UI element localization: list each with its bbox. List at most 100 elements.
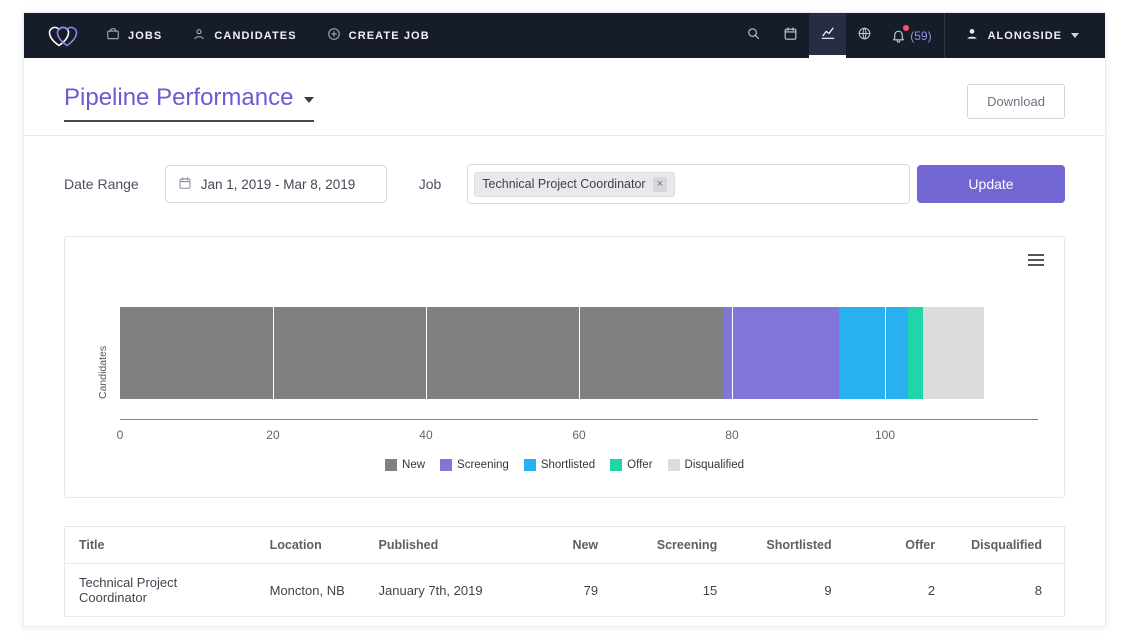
y-axis-label: Candidates <box>97 307 109 399</box>
bar-segment-shortlisted[interactable] <box>839 307 908 399</box>
chevron-down-icon <box>1071 33 1079 38</box>
x-tick-label: 100 <box>875 428 895 442</box>
table-cell: 2 <box>854 564 957 617</box>
top-navbar: JOBS CANDIDATES CREATE JOB <box>24 13 1105 58</box>
table-header-row: TitleLocationPublishedNewScreeningShortl… <box>65 527 1065 564</box>
legend-swatch <box>385 459 397 471</box>
globe-button[interactable] <box>846 13 883 58</box>
table-body: Technical Project CoordinatorMoncton, NB… <box>65 564 1065 617</box>
person-icon <box>192 27 206 44</box>
column-header: Shortlisted <box>739 527 853 564</box>
gridline <box>732 257 733 419</box>
date-range-input[interactable]: Jan 1, 2019 - Mar 8, 2019 <box>165 165 387 203</box>
gridline <box>273 257 274 419</box>
gridline <box>426 257 427 419</box>
search-icon <box>746 26 761 46</box>
table-cell: Technical Project Coordinator <box>65 564 256 617</box>
bar-segment-disqualified[interactable] <box>923 307 984 399</box>
notification-dot <box>903 25 909 31</box>
x-tick-label: 80 <box>725 428 738 442</box>
x-axis-ticks: 0 20 40 60 80 100 <box>120 428 1038 444</box>
x-tick-label: 60 <box>572 428 585 442</box>
nav-item-label: JOBS <box>128 30 162 42</box>
job-tag[interactable]: Technical Project Coordinator × <box>474 172 675 197</box>
plot-area <box>120 257 1038 420</box>
date-range-label: Date Range <box>64 176 139 192</box>
job-label: Job <box>419 176 442 192</box>
legend-label: Offer <box>627 459 652 471</box>
bar-segment-new[interactable] <box>120 307 724 399</box>
job-tag-label: Technical Project Coordinator <box>482 177 645 191</box>
x-tick-label: 0 <box>117 428 124 442</box>
table-cell: 79 <box>531 564 620 617</box>
chart-legend: New Screening Shortlisted Offer Disqualified <box>65 459 1064 471</box>
table-cell: 9 <box>739 564 853 617</box>
legend-item-disqualified[interactable]: Disqualified <box>668 459 744 471</box>
bar-segment-offer[interactable] <box>908 307 923 399</box>
table-cell: Moncton, NB <box>256 564 365 617</box>
calendar-icon <box>178 176 192 193</box>
legend-item-screening[interactable]: Screening <box>440 459 509 471</box>
legend-swatch <box>524 459 536 471</box>
bar-segment-screening[interactable] <box>724 307 839 399</box>
nav-item-label: CREATE JOB <box>349 30 430 42</box>
pipeline-chart-card: Candidates 0 20 40 60 80 100 New Screening Shor… <box>64 236 1065 498</box>
pipeline-table: TitleLocationPublishedNewScreeningShortl… <box>64 526 1065 617</box>
download-button[interactable]: Download <box>967 84 1065 119</box>
page-title: Pipeline Performance <box>64 84 293 112</box>
account-label: ALONGSIDE <box>988 30 1062 42</box>
gridline <box>579 257 580 419</box>
date-range-value: Jan 1, 2019 - Mar 8, 2019 <box>201 177 356 192</box>
table-cell: 15 <box>620 564 739 617</box>
account-person-icon <box>965 27 979 44</box>
nav-item-jobs[interactable]: JOBS <box>106 27 162 44</box>
column-header: Published <box>365 527 532 564</box>
table-cell: January 7th, 2019 <box>365 564 532 617</box>
filter-bar: Date Range Jan 1, 2019 - Mar 8, 2019 Job… <box>24 136 1105 204</box>
legend-item-new[interactable]: New <box>385 459 425 471</box>
navbar-left: JOBS CANDIDATES CREATE JOB <box>24 13 460 58</box>
legend-label: New <box>402 459 425 471</box>
x-tick-label: 40 <box>419 428 432 442</box>
reports-button[interactable] <box>809 13 846 58</box>
x-tick-label: 20 <box>266 428 279 442</box>
plus-circle-icon <box>327 27 341 44</box>
job-select-input[interactable]: Technical Project Coordinator × <box>467 164 910 204</box>
update-button[interactable]: Update <box>917 165 1065 203</box>
calendar-icon <box>783 26 798 46</box>
notifications-button[interactable]: (59) <box>883 13 943 58</box>
search-button[interactable] <box>735 13 772 58</box>
legend-swatch <box>440 459 452 471</box>
notification-count: (59) <box>910 29 931 43</box>
app-frame: JOBS CANDIDATES CREATE JOB <box>23 12 1106 627</box>
line-chart-icon <box>820 25 836 46</box>
report-title-dropdown[interactable]: Pipeline Performance <box>64 84 314 122</box>
column-header: Screening <box>620 527 739 564</box>
briefcase-icon <box>106 27 120 44</box>
caret-down-icon <box>304 97 314 103</box>
table-row[interactable]: Technical Project CoordinatorMoncton, NB… <box>65 564 1065 617</box>
globe-icon <box>857 26 872 46</box>
legend-swatch <box>668 459 680 471</box>
column-header: Offer <box>854 527 957 564</box>
column-header: Title <box>65 527 256 564</box>
nav-item-label: CANDIDATES <box>214 30 296 42</box>
legend-item-shortlisted[interactable]: Shortlisted <box>524 459 595 471</box>
nav-item-create-job[interactable]: CREATE JOB <box>327 27 430 44</box>
legend-item-offer[interactable]: Offer <box>610 459 652 471</box>
legend-label: Shortlisted <box>541 459 595 471</box>
column-header: Location <box>256 527 365 564</box>
alongside-logo-icon[interactable] <box>46 22 80 49</box>
table-cell: 8 <box>957 564 1064 617</box>
gridline <box>885 257 886 419</box>
calendar-button[interactable] <box>772 13 809 58</box>
page-header: Pipeline Performance Download <box>24 58 1105 122</box>
nav-item-candidates[interactable]: CANDIDATES <box>192 27 296 44</box>
legend-label: Screening <box>457 459 509 471</box>
remove-tag-icon[interactable]: × <box>653 177 667 192</box>
column-header: Disqualified <box>957 527 1064 564</box>
navbar-right: (59) ALONGSIDE <box>735 13 1105 58</box>
legend-swatch <box>610 459 622 471</box>
bell-icon <box>891 28 906 43</box>
account-menu[interactable]: ALONGSIDE <box>944 13 1105 58</box>
